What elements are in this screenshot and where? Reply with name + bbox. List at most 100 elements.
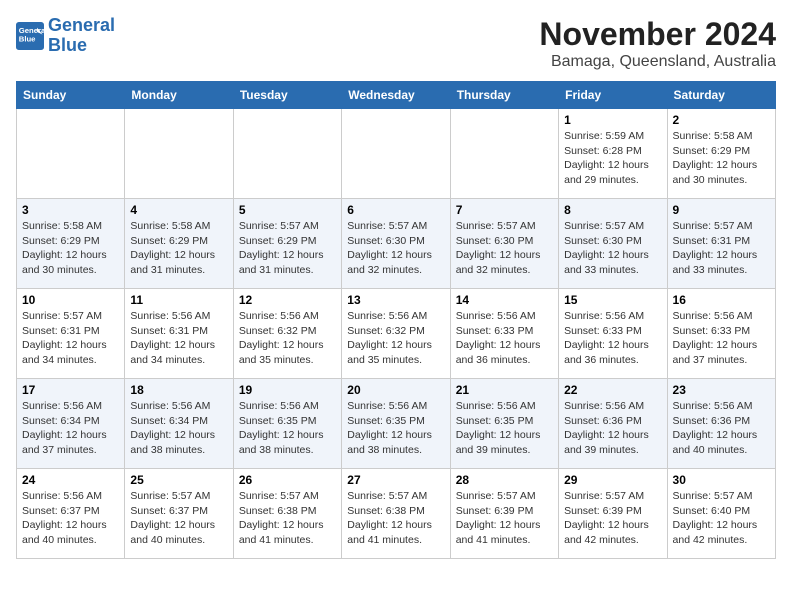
calendar-week-1: 1 Sunrise: 5:59 AM Sunset: 6:28 PM Daylig…	[17, 109, 776, 199]
calendar-cell: 2Sunrise: 5:58 AM Sunset: 6:29 PM Daylig…	[667, 109, 775, 199]
day-info: Sunrise: 5:57 AM Sunset: 6:38 PM Dayligh…	[239, 489, 336, 548]
calendar-cell: 29Sunrise: 5:57 AM Sunset: 6:39 PM Dayli…	[559, 469, 667, 559]
calendar-cell: 14 Sunrise: 5:56 AM Sunset: 6:33 PM Dayli…	[450, 289, 558, 379]
weekday-header-tuesday: Tuesday	[233, 82, 341, 109]
calendar-cell: 8 Sunrise: 5:57 AM Sunset: 6:30 PM Daylig…	[559, 199, 667, 289]
weekday-header-sunday: Sunday	[17, 82, 125, 109]
calendar-cell: 20 Sunrise: 5:56 AM Sunset: 6:35 PM Dayli…	[342, 379, 450, 469]
calendar-cell: 5 Sunrise: 5:57 AM Sunset: 6:29 PM Daylig…	[233, 199, 341, 289]
logo: General Blue General Blue	[16, 16, 115, 56]
day-info: Sunrise: 5:57 AM Sunset: 6:30 PM Dayligh…	[564, 219, 661, 278]
day-number: 3	[22, 203, 119, 217]
day-info: Sunrise: 5:56 AM Sunset: 6:33 PM Dayligh…	[456, 309, 553, 368]
day-number: 7	[456, 203, 553, 217]
day-info: Sunrise: 5:58 AM Sunset: 6:29 PM Dayligh…	[22, 219, 119, 278]
day-info: Sunrise: 5:57 AM Sunset: 6:30 PM Dayligh…	[456, 219, 553, 278]
calendar-cell: 3 Sunrise: 5:58 AM Sunset: 6:29 PM Daylig…	[17, 199, 125, 289]
calendar-cell: 13Sunrise: 5:56 AM Sunset: 6:32 PM Dayli…	[342, 289, 450, 379]
logo-icon: General Blue	[16, 22, 44, 50]
day-number: 11	[130, 293, 227, 307]
day-number: 19	[239, 383, 336, 397]
calendar-cell: 11 Sunrise: 5:56 AM Sunset: 6:31 PM Dayli…	[125, 289, 233, 379]
calendar-cell: 24 Sunrise: 5:56 AM Sunset: 6:37 PM Dayli…	[17, 469, 125, 559]
day-number: 25	[130, 473, 227, 487]
day-number: 10	[22, 293, 119, 307]
calendar-cell: 27Sunrise: 5:57 AM Sunset: 6:38 PM Dayli…	[342, 469, 450, 559]
day-number: 12	[239, 293, 336, 307]
weekday-header-wednesday: Wednesday	[342, 82, 450, 109]
day-number: 5	[239, 203, 336, 217]
calendar-cell: 21Sunrise: 5:56 AM Sunset: 6:35 PM Dayli…	[450, 379, 558, 469]
day-info: Sunrise: 5:57 AM Sunset: 6:37 PM Dayligh…	[130, 489, 227, 548]
weekday-header-thursday: Thursday	[450, 82, 558, 109]
weekday-header-saturday: Saturday	[667, 82, 775, 109]
day-info: Sunrise: 5:56 AM Sunset: 6:35 PM Dayligh…	[347, 399, 444, 458]
calendar-week-3: 10 Sunrise: 5:57 AM Sunset: 6:31 PM Dayli…	[17, 289, 776, 379]
day-number: 23	[673, 383, 770, 397]
day-info: Sunrise: 5:56 AM Sunset: 6:32 PM Dayligh…	[239, 309, 336, 368]
day-info: Sunrise: 5:57 AM Sunset: 6:38 PM Dayligh…	[347, 489, 444, 548]
day-info: Sunrise: 5:59 AM Sunset: 6:28 PM Dayligh…	[564, 129, 661, 188]
day-number: 4	[130, 203, 227, 217]
calendar-cell: 4 Sunrise: 5:58 AM Sunset: 6:29 PM Daylig…	[125, 199, 233, 289]
day-number: 9	[673, 203, 770, 217]
day-number: 28	[456, 473, 553, 487]
day-number: 24	[22, 473, 119, 487]
calendar-cell: 18Sunrise: 5:56 AM Sunset: 6:34 PM Dayli…	[125, 379, 233, 469]
day-info: Sunrise: 5:58 AM Sunset: 6:29 PM Dayligh…	[673, 129, 770, 188]
day-info: Sunrise: 5:56 AM Sunset: 6:36 PM Dayligh…	[564, 399, 661, 458]
day-number: 30	[673, 473, 770, 487]
day-info: Sunrise: 5:57 AM Sunset: 6:31 PM Dayligh…	[673, 219, 770, 278]
calendar-cell: 10 Sunrise: 5:57 AM Sunset: 6:31 PM Dayli…	[17, 289, 125, 379]
calendar-cell: 1 Sunrise: 5:59 AM Sunset: 6:28 PM Daylig…	[559, 109, 667, 199]
month-title: November 2024	[539, 16, 776, 53]
day-info: Sunrise: 5:56 AM Sunset: 6:35 PM Dayligh…	[456, 399, 553, 458]
title-area: November 2024 Bamaga, Queensland, Austra…	[539, 16, 776, 71]
calendar-cell: 23 Sunrise: 5:56 AM Sunset: 6:36 PM Dayli…	[667, 379, 775, 469]
calendar-cell: 19 Sunrise: 5:56 AM Sunset: 6:35 PM Dayli…	[233, 379, 341, 469]
calendar-cell: 6 Sunrise: 5:57 AM Sunset: 6:30 PM Daylig…	[342, 199, 450, 289]
day-number: 16	[673, 293, 770, 307]
day-number: 15	[564, 293, 661, 307]
calendar-cell	[125, 109, 233, 199]
day-info: Sunrise: 5:57 AM Sunset: 6:39 PM Dayligh…	[456, 489, 553, 548]
calendar-cell: 12 Sunrise: 5:56 AM Sunset: 6:32 PM Dayli…	[233, 289, 341, 379]
calendar-week-2: 3 Sunrise: 5:58 AM Sunset: 6:29 PM Daylig…	[17, 199, 776, 289]
day-info: Sunrise: 5:56 AM Sunset: 6:35 PM Dayligh…	[239, 399, 336, 458]
day-number: 14	[456, 293, 553, 307]
day-number: 20	[347, 383, 444, 397]
day-info: Sunrise: 5:56 AM Sunset: 6:32 PM Dayligh…	[347, 309, 444, 368]
calendar-cell	[450, 109, 558, 199]
calendar-table: SundayMondayTuesdayWednesdayThursdayFrid…	[16, 81, 776, 559]
day-number: 17	[22, 383, 119, 397]
day-info: Sunrise: 5:56 AM Sunset: 6:31 PM Dayligh…	[130, 309, 227, 368]
day-number: 8	[564, 203, 661, 217]
weekday-header-row: SundayMondayTuesdayWednesdayThursdayFrid…	[17, 82, 776, 109]
day-info: Sunrise: 5:57 AM Sunset: 6:29 PM Dayligh…	[239, 219, 336, 278]
svg-text:Blue: Blue	[19, 34, 36, 43]
logo-text: General Blue	[48, 16, 115, 56]
calendar-week-4: 17 Sunrise: 5:56 AM Sunset: 6:34 PM Dayli…	[17, 379, 776, 469]
svg-text:General: General	[19, 26, 44, 35]
day-info: Sunrise: 5:58 AM Sunset: 6:29 PM Dayligh…	[130, 219, 227, 278]
weekday-header-monday: Monday	[125, 82, 233, 109]
calendar-cell: 22 Sunrise: 5:56 AM Sunset: 6:36 PM Dayli…	[559, 379, 667, 469]
day-info: Sunrise: 5:56 AM Sunset: 6:37 PM Dayligh…	[22, 489, 119, 548]
calendar-cell: 25 Sunrise: 5:57 AM Sunset: 6:37 PM Dayli…	[125, 469, 233, 559]
header: General Blue General Blue November 2024 …	[16, 16, 776, 71]
day-number: 22	[564, 383, 661, 397]
day-info: Sunrise: 5:56 AM Sunset: 6:34 PM Dayligh…	[22, 399, 119, 458]
day-info: Sunrise: 5:56 AM Sunset: 6:36 PM Dayligh…	[673, 399, 770, 458]
day-info: Sunrise: 5:56 AM Sunset: 6:33 PM Dayligh…	[673, 309, 770, 368]
day-number: 1	[564, 113, 661, 127]
calendar-cell: 28 Sunrise: 5:57 AM Sunset: 6:39 PM Dayli…	[450, 469, 558, 559]
day-info: Sunrise: 5:57 AM Sunset: 6:40 PM Dayligh…	[673, 489, 770, 548]
day-info: Sunrise: 5:56 AM Sunset: 6:33 PM Dayligh…	[564, 309, 661, 368]
day-info: Sunrise: 5:57 AM Sunset: 6:39 PM Dayligh…	[564, 489, 661, 548]
calendar-cell	[342, 109, 450, 199]
calendar-cell: 15 Sunrise: 5:56 AM Sunset: 6:33 PM Dayli…	[559, 289, 667, 379]
calendar-cell: 17 Sunrise: 5:56 AM Sunset: 6:34 PM Dayli…	[17, 379, 125, 469]
day-number: 6	[347, 203, 444, 217]
day-info: Sunrise: 5:57 AM Sunset: 6:31 PM Dayligh…	[22, 309, 119, 368]
day-info: Sunrise: 5:57 AM Sunset: 6:30 PM Dayligh…	[347, 219, 444, 278]
